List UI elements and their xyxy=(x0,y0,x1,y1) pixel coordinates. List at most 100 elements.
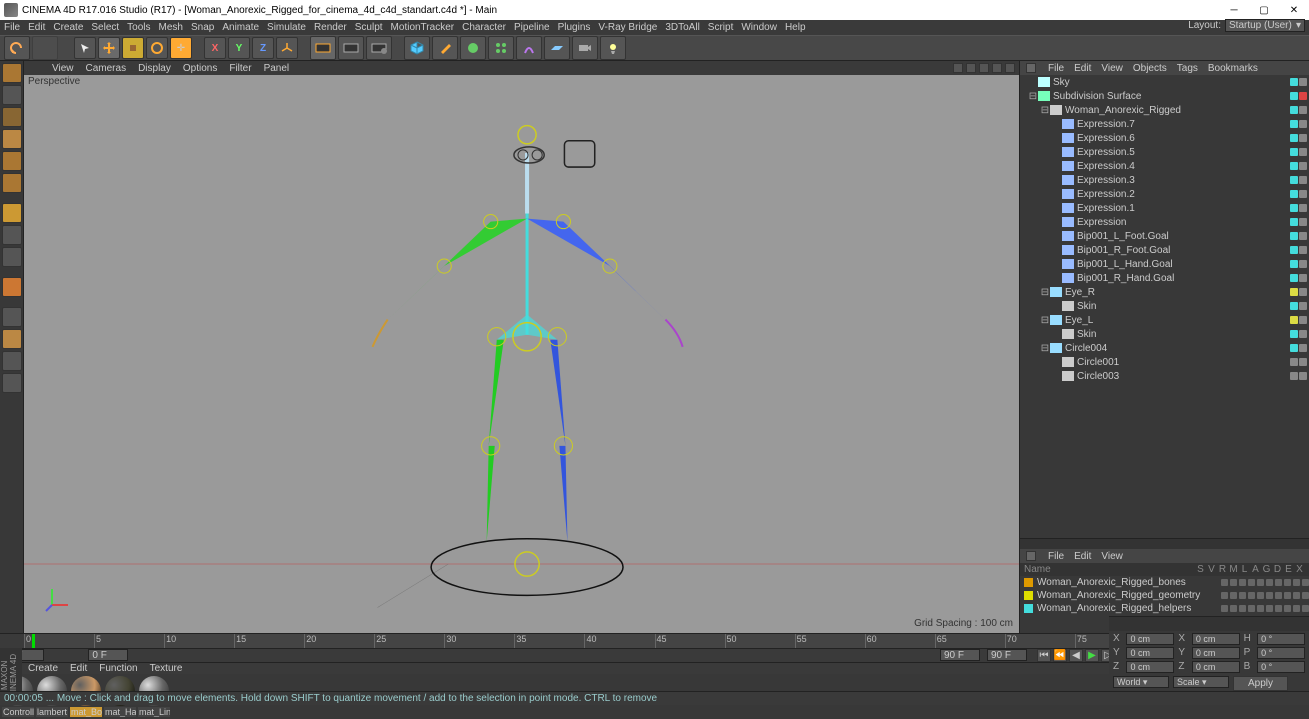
menu-render[interactable]: Render xyxy=(314,22,347,33)
menu-window[interactable]: Window xyxy=(741,22,777,33)
edges-mode-button[interactable] xyxy=(2,225,22,245)
timeline-ruler[interactable]: 051015202530354045505560657075808590 xyxy=(24,634,1285,648)
objmenu-tags[interactable]: Tags xyxy=(1177,63,1198,74)
tree-row[interactable]: Skin xyxy=(1020,327,1309,341)
tree-row[interactable]: Bip001_R_Hand.Goal xyxy=(1020,271,1309,285)
laymenu-edit[interactable]: Edit xyxy=(1074,551,1091,562)
viewmenu-options[interactable]: Options xyxy=(183,63,217,74)
menu-script[interactable]: Script xyxy=(708,22,734,33)
menu-motiontracker[interactable]: MotionTracker xyxy=(391,22,455,33)
live-select-tool[interactable] xyxy=(74,37,96,59)
layer-row[interactable]: Woman_Anorexic_Rigged_bones xyxy=(1020,576,1309,589)
tree-row[interactable]: Expression.2 xyxy=(1020,187,1309,201)
model-mode-button[interactable] xyxy=(2,85,22,105)
menu-tools[interactable]: Tools xyxy=(127,22,150,33)
tree-row[interactable]: ⊟Eye_R xyxy=(1020,285,1309,299)
object-mode-button[interactable] xyxy=(2,151,22,171)
play-button[interactable]: ▶ xyxy=(1085,649,1099,662)
prev-key-button[interactable]: ⏪ xyxy=(1053,649,1067,662)
redo-button[interactable] xyxy=(32,36,58,60)
coord-mode1[interactable]: World ▾ xyxy=(1113,676,1169,688)
scale-tool[interactable] xyxy=(122,37,144,59)
panel-icon[interactable] xyxy=(1026,63,1036,73)
objmenu-edit[interactable]: Edit xyxy=(1074,63,1091,74)
make-editable-button[interactable] xyxy=(2,63,22,83)
tree-row[interactable]: Expression.7 xyxy=(1020,117,1309,131)
prev-frame-button[interactable]: ◀ xyxy=(1069,649,1083,662)
matmenu-edit[interactable]: Edit xyxy=(70,663,87,674)
tree-row[interactable]: Expression.6 xyxy=(1020,131,1309,145)
tree-row[interactable]: Bip001_R_Foot.Goal xyxy=(1020,243,1309,257)
add-pen-button[interactable] xyxy=(432,36,458,60)
menu-simulate[interactable]: Simulate xyxy=(267,22,306,33)
objmenu-objects[interactable]: Objects xyxy=(1133,63,1167,74)
viewport-3d[interactable]: Grid Spacing : 100 cm xyxy=(24,87,1019,633)
x-axis-toggle[interactable]: X xyxy=(204,37,226,59)
objmenu-file[interactable]: File xyxy=(1048,63,1064,74)
matmenu-create[interactable]: Create xyxy=(28,663,58,674)
end-frame-field[interactable]: 90 F xyxy=(940,649,980,661)
layout-dropdown[interactable]: Startup (User)▾ xyxy=(1225,19,1305,32)
viewmenu-cameras[interactable]: Cameras xyxy=(86,63,127,74)
tree-row[interactable]: ⊟Circle004 xyxy=(1020,341,1309,355)
tree-row[interactable]: Bip001_L_Foot.Goal xyxy=(1020,229,1309,243)
render-settings-button[interactable] xyxy=(366,36,392,60)
axis-mode-button[interactable] xyxy=(2,173,22,193)
menu-create[interactable]: Create xyxy=(53,22,83,33)
panel-icon[interactable] xyxy=(1026,551,1036,561)
enable-axis-button[interactable] xyxy=(2,277,22,297)
view-nav-icon[interactable] xyxy=(1005,63,1015,73)
texture-mode-button[interactable] xyxy=(2,107,22,127)
maximize-button[interactable]: ▢ xyxy=(1249,0,1279,20)
coord-system[interactable] xyxy=(276,37,298,59)
rotate-tool[interactable] xyxy=(146,37,168,59)
viewmenu-filter[interactable]: Filter xyxy=(229,63,251,74)
laymenu-file[interactable]: File xyxy=(1048,551,1064,562)
tree-row[interactable]: Bip001_L_Hand.Goal xyxy=(1020,257,1309,271)
locked-workplane-button[interactable] xyxy=(2,373,22,393)
tree-row[interactable]: Circle003 xyxy=(1020,369,1309,383)
menu-sculpt[interactable]: Sculpt xyxy=(355,22,383,33)
tree-row[interactable]: Skin xyxy=(1020,299,1309,313)
range-end-field[interactable]: 90 F xyxy=(987,649,1027,661)
menu-pipeline[interactable]: Pipeline xyxy=(514,22,550,33)
matmenu-function[interactable]: Function xyxy=(99,663,137,674)
render-view-button[interactable] xyxy=(310,36,336,60)
tree-row[interactable]: ⊟Eye_L xyxy=(1020,313,1309,327)
recent-tool[interactable]: ✛ xyxy=(170,37,192,59)
view-nav-icon[interactable] xyxy=(966,63,976,73)
tree-row[interactable]: Sky xyxy=(1020,75,1309,89)
points-mode-button[interactable] xyxy=(2,203,22,223)
current-frame-field[interactable]: 0 F xyxy=(88,649,128,661)
menu-animate[interactable]: Animate xyxy=(222,22,259,33)
workplane-button[interactable] xyxy=(2,129,22,149)
workplane-snap-button[interactable] xyxy=(2,351,22,371)
tree-row[interactable]: Circle001 xyxy=(1020,355,1309,369)
menu-3dtoall[interactable]: 3DToAll xyxy=(665,22,699,33)
view-nav-icon[interactable] xyxy=(992,63,1002,73)
z-axis-toggle[interactable]: Z xyxy=(252,37,274,59)
menu-plugins[interactable]: Plugins xyxy=(558,22,591,33)
snap-button[interactable] xyxy=(2,329,22,349)
add-floor-button[interactable] xyxy=(544,36,570,60)
tree-scrollbar[interactable] xyxy=(1020,539,1309,549)
objmenu-bookmarks[interactable]: Bookmarks xyxy=(1208,63,1258,74)
object-tree[interactable]: Sky⊟Subdivision Surface⊟Woman_Anorexic_R… xyxy=(1020,75,1309,539)
tree-row[interactable]: Expression.1 xyxy=(1020,201,1309,215)
tree-row[interactable]: ⊟Woman_Anorexic_Rigged xyxy=(1020,103,1309,117)
y-axis-toggle[interactable]: Y xyxy=(228,37,250,59)
layer-row[interactable]: Woman_Anorexic_Rigged_geometry xyxy=(1020,589,1309,602)
add-bend-button[interactable] xyxy=(516,36,542,60)
undo-button[interactable] xyxy=(4,36,30,60)
add-array-button[interactable] xyxy=(488,36,514,60)
apply-button[interactable]: Apply xyxy=(1233,676,1288,691)
tree-row[interactable]: Expression xyxy=(1020,215,1309,229)
tree-row[interactable]: Expression.3 xyxy=(1020,173,1309,187)
tree-row[interactable]: Expression.4 xyxy=(1020,159,1309,173)
matmenu-texture[interactable]: Texture xyxy=(150,663,183,674)
viewmenu-view[interactable]: View xyxy=(52,63,74,74)
add-cube-button[interactable] xyxy=(404,36,430,60)
view-nav-icon[interactable] xyxy=(979,63,989,73)
objmenu-view[interactable]: View xyxy=(1101,63,1123,74)
close-button[interactable]: ✕ xyxy=(1279,0,1309,20)
